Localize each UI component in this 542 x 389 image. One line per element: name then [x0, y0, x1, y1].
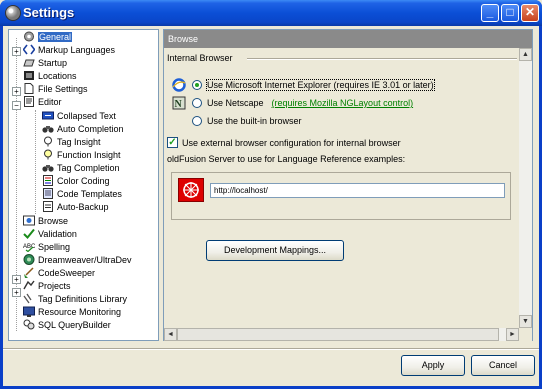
- settings-window: Settings _ □ ✕ + + − + + General Markup …: [0, 0, 542, 389]
- expand-file-settings[interactable]: +: [12, 87, 21, 96]
- tree-item-startup[interactable]: Startup: [23, 57, 67, 70]
- spelling-icon: ABC: [23, 241, 36, 253]
- collapsed-text-icon: [42, 110, 54, 121]
- tree-item-browse[interactable]: Browse: [23, 215, 68, 228]
- tree-item-projects[interactable]: Projects: [23, 280, 71, 293]
- tree-item-color-coding[interactable]: Color Coding: [42, 175, 110, 188]
- tag-library-icon: [23, 293, 35, 304]
- tag-insight-icon: [42, 136, 54, 147]
- tree-item-dreamweaver[interactable]: Dreamweaver/UltraDev: [23, 254, 132, 267]
- dreamweaver-icon: [23, 254, 35, 266]
- settings-panel: Browse Internal Browser Use Microsoft In…: [163, 29, 533, 341]
- tree-item-general[interactable]: General: [23, 31, 73, 44]
- radio-netscape[interactable]: N Use Netscape (requires Mozilla NGLayout …: [172, 96, 413, 112]
- coldfusion-server-icon: [178, 178, 204, 202]
- expand-codesweeper[interactable]: +: [12, 275, 21, 284]
- tree-item-resource-monitoring[interactable]: Resource Monitoring: [23, 306, 121, 319]
- function-insight-icon: [42, 149, 54, 160]
- title-bar[interactable]: Settings _ □ ✕: [0, 0, 542, 26]
- external-browser-config-checkbox[interactable]: ✓ Use external browser configuration for …: [167, 137, 401, 149]
- coldfusion-server-label: oldFusion Server to use for Language Ref…: [167, 154, 406, 164]
- startup-icon: [23, 57, 35, 68]
- gear-icon: [23, 31, 35, 42]
- checkbox-label: Use external browser configuration for i…: [182, 138, 401, 148]
- tree-item-codesweeper[interactable]: CodeSweeper: [23, 267, 95, 280]
- tree-item-file-settings[interactable]: File Settings: [23, 83, 88, 96]
- apply-button[interactable]: Apply: [401, 355, 465, 376]
- tree-item-spelling[interactable]: ABC Spelling: [23, 241, 70, 254]
- tree-item-locations[interactable]: Locations: [23, 70, 77, 83]
- internet-explorer-icon: [172, 77, 186, 92]
- tree-item-code-templates[interactable]: Code Templates: [42, 188, 122, 201]
- scroll-left-arrow[interactable]: ◄: [164, 328, 177, 341]
- radio-built-in-browser[interactable]: Use the built-in browser: [192, 114, 302, 130]
- horizontal-scroll-thumb[interactable]: [177, 328, 499, 341]
- minimize-button[interactable]: _: [481, 4, 499, 22]
- window-title: Settings: [23, 5, 75, 20]
- mozilla-requirement-link[interactable]: (requires Mozilla NGLayout control): [272, 98, 414, 108]
- projects-icon: [23, 280, 35, 291]
- cancel-button[interactable]: Cancel: [471, 355, 535, 376]
- resource-icon: [23, 306, 35, 318]
- locations-icon: [23, 70, 35, 81]
- collapse-editor[interactable]: −: [12, 101, 21, 110]
- tree-item-tag-definitions-library[interactable]: Tag Definitions Library: [23, 293, 127, 306]
- scroll-up-arrow[interactable]: ▲: [519, 48, 532, 61]
- tree-guide-line: [35, 110, 36, 214]
- scrollbar-corner: [519, 328, 532, 341]
- file-icon: [23, 83, 35, 95]
- binoculars-icon: [42, 123, 54, 134]
- color-coding-icon: [42, 175, 54, 187]
- expand-projects[interactable]: +: [12, 288, 21, 297]
- checkbox-checked[interactable]: ✓: [167, 137, 178, 149]
- section-divider: [247, 58, 517, 60]
- radio-button[interactable]: [192, 115, 202, 126]
- scroll-down-arrow[interactable]: ▼: [519, 315, 532, 328]
- expand-markup-languages[interactable]: +: [12, 47, 21, 56]
- radio-button-checked[interactable]: [192, 79, 202, 90]
- tree-item-tag-insight[interactable]: Tag Insight: [42, 136, 101, 149]
- tree-item-auto-completion[interactable]: Auto Completion: [42, 123, 124, 136]
- panel-body: Internal Browser Use Microsoft Internet …: [164, 48, 519, 328]
- backup-icon: [42, 201, 54, 213]
- markup-icon: [22, 44, 36, 55]
- server-group-box: [171, 172, 511, 220]
- development-mappings-button[interactable]: Development Mappings...: [206, 240, 344, 261]
- server-url-input[interactable]: [210, 183, 505, 198]
- netscape-icon: N: [172, 96, 186, 110]
- internal-browser-label: Internal Browser: [167, 53, 233, 63]
- tree-item-auto-backup[interactable]: Auto-Backup: [42, 201, 109, 214]
- templates-icon: [42, 188, 54, 200]
- footer-divider: [3, 348, 539, 350]
- settings-gear-icon: [5, 5, 21, 21]
- tree-item-sql-querybuilder[interactable]: SQL QueryBuilder: [23, 319, 111, 332]
- tree-item-editor[interactable]: Editor: [23, 96, 62, 109]
- vertical-scrollbar[interactable]: ▲ ▼: [519, 48, 532, 328]
- panel-header: Browse: [164, 30, 532, 48]
- tree-item-tag-completion[interactable]: Tag Completion: [42, 162, 120, 175]
- radio-label: Use the built-in browser: [207, 116, 302, 126]
- editor-icon: [23, 96, 35, 108]
- close-button[interactable]: ✕: [521, 4, 539, 22]
- sql-icon: [23, 319, 35, 330]
- maximize-button[interactable]: □: [501, 4, 519, 22]
- tree-item-function-insight[interactable]: Function Insight: [42, 149, 121, 162]
- codesweeper-icon: [23, 267, 35, 279]
- radio-internet-explorer[interactable]: Use Microsoft Internet Explorer (require…: [172, 77, 435, 94]
- radio-button[interactable]: [192, 97, 202, 108]
- radio-label: Use Netscape: [207, 98, 264, 108]
- svg-text:ABC: ABC: [23, 244, 35, 250]
- binoculars-icon: [42, 162, 54, 173]
- svg-text:N: N: [175, 99, 183, 110]
- dialog-client: + + − + + General Markup Languages Start…: [3, 26, 539, 386]
- scroll-right-arrow[interactable]: ►: [506, 328, 519, 341]
- tree-item-collapsed-text[interactable]: Collapsed Text: [42, 110, 116, 123]
- tree-item-markup-languages[interactable]: Markup Languages: [22, 44, 115, 57]
- tree-item-validation[interactable]: Validation: [23, 228, 77, 241]
- validation-icon: [23, 228, 35, 240]
- radio-label: Use Microsoft Internet Explorer (require…: [206, 79, 435, 91]
- horizontal-scrollbar[interactable]: ◄ ►: [164, 328, 519, 341]
- settings-tree[interactable]: + + − + + General Markup Languages Start…: [8, 29, 159, 341]
- browse-icon: [23, 215, 35, 226]
